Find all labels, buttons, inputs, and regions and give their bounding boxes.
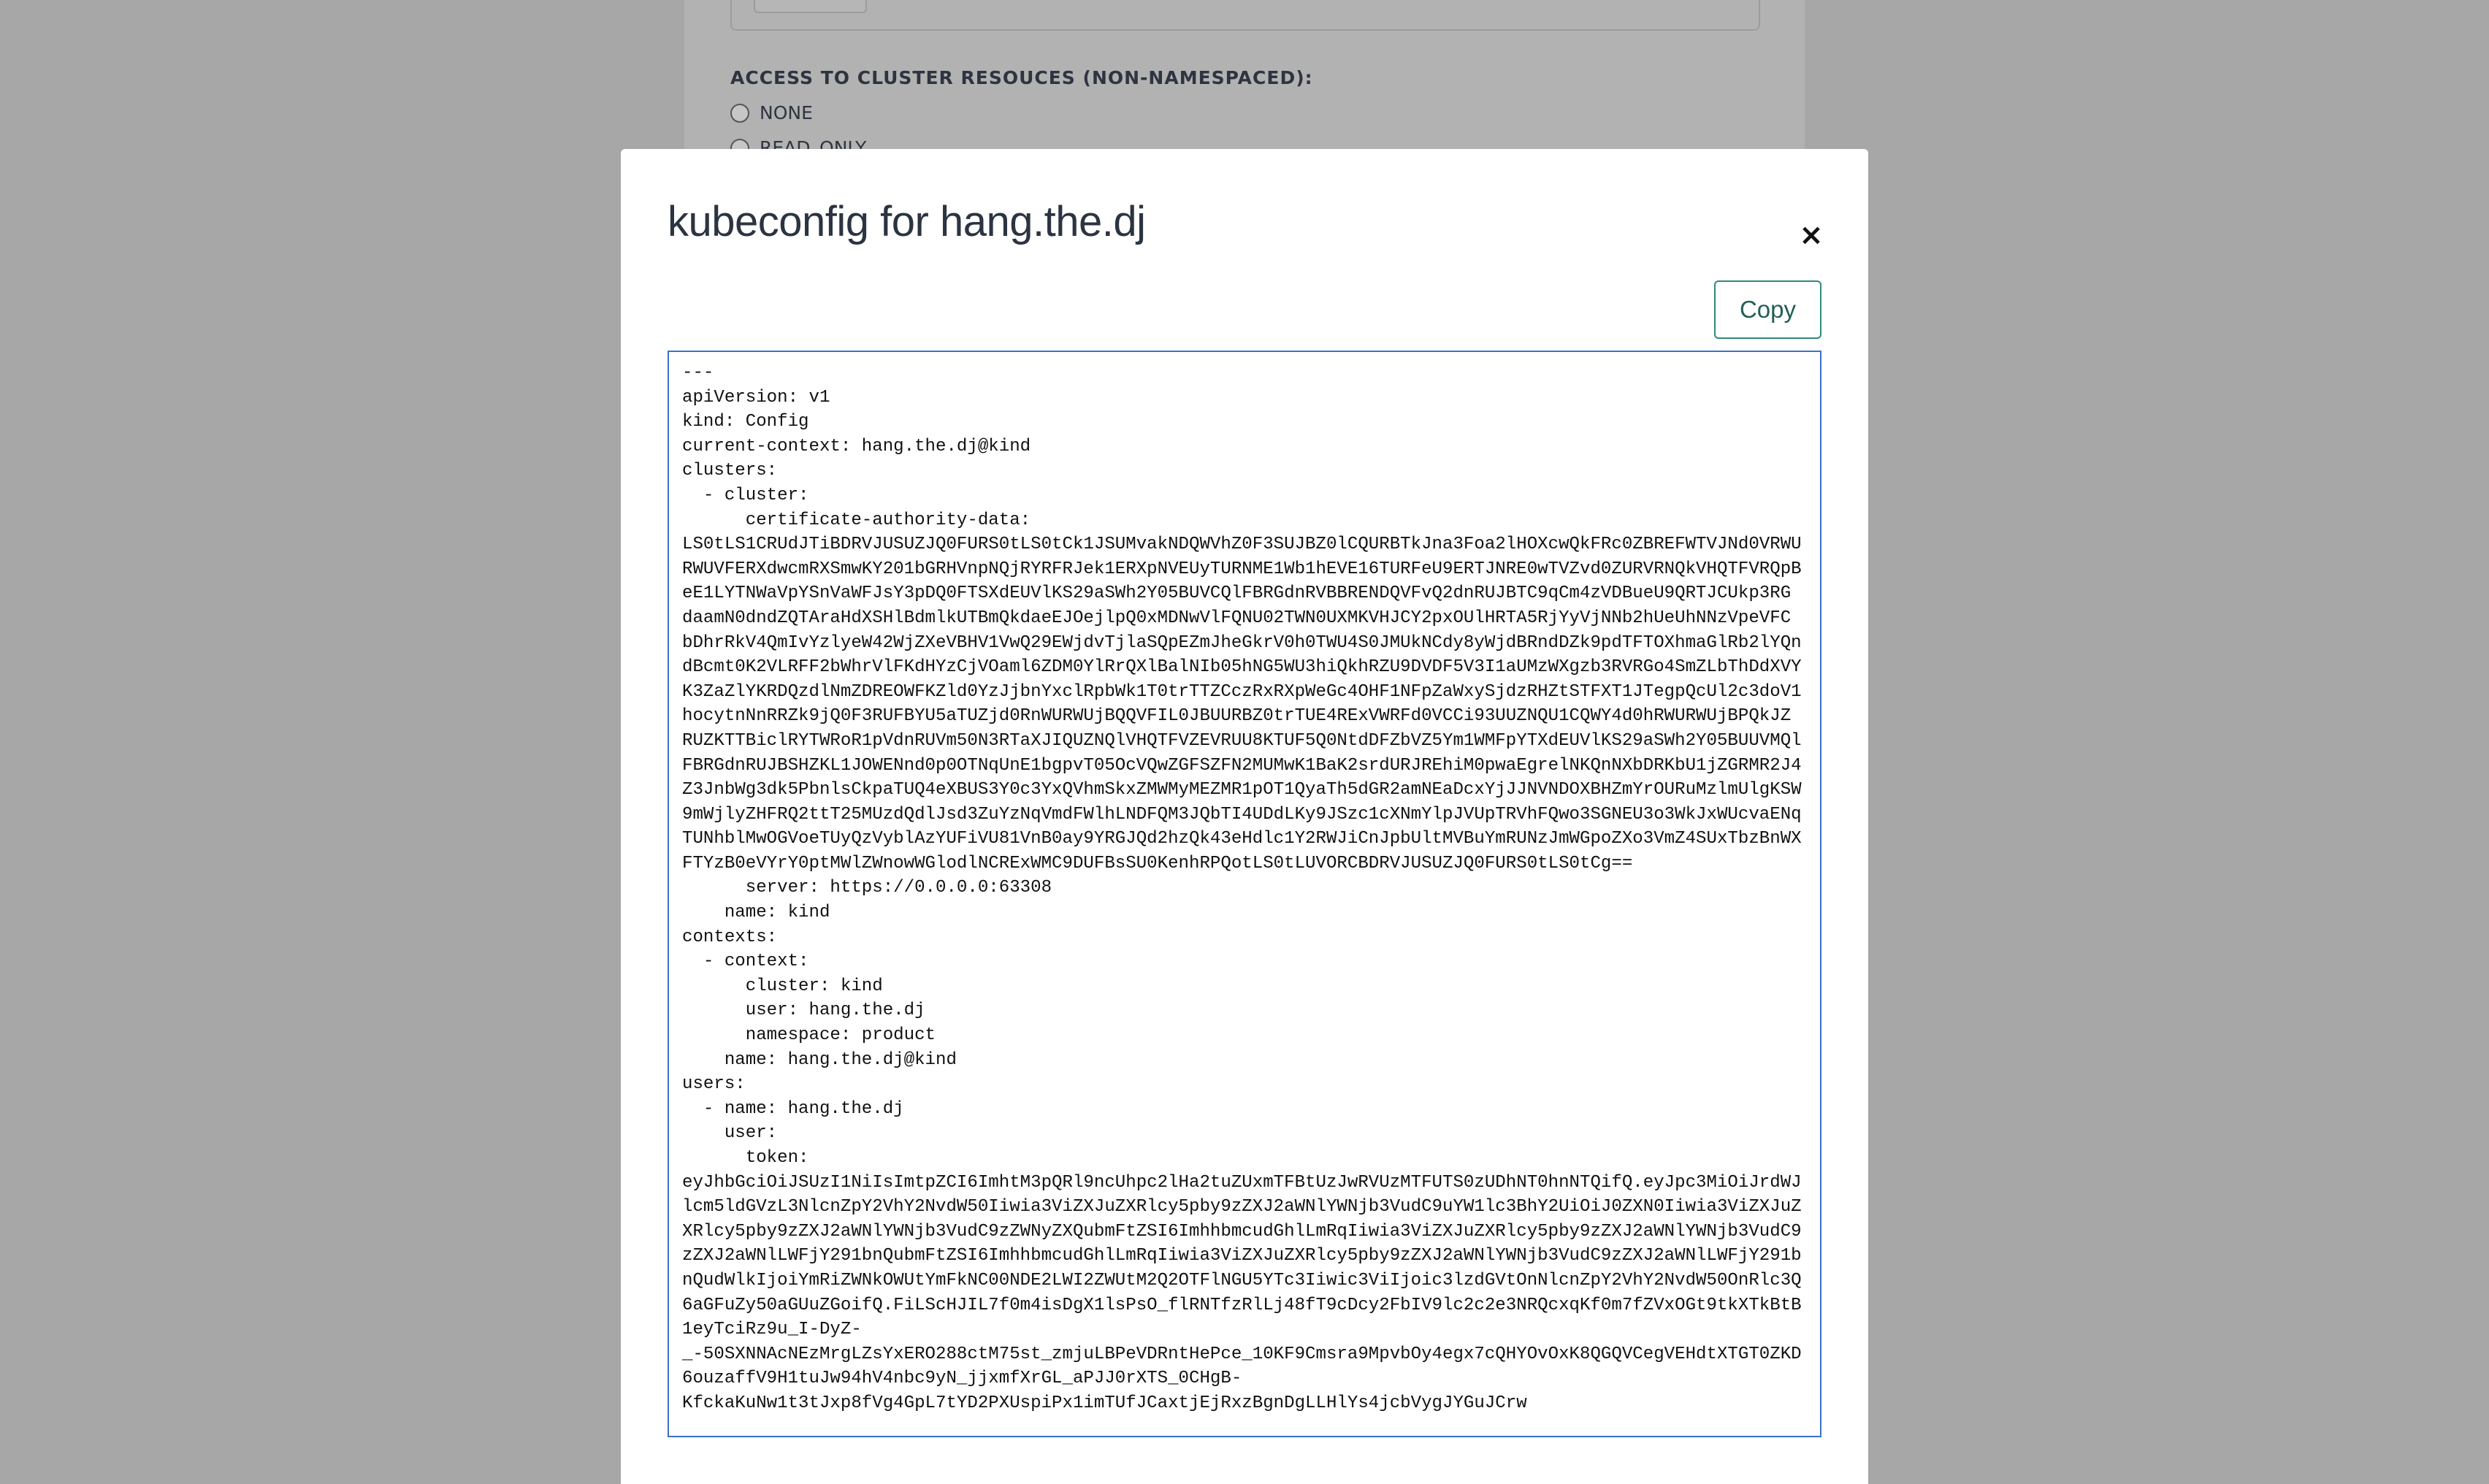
kubeconfig-line: XRlcy5pby9zZXJ2aWNlYWNjb3VudC9zZWNyZXQub… [682, 1221, 1802, 1242]
kubeconfig-line: _-50SXNNAcNEzMrgLZsYxERO288ctM75st_zmjuL… [682, 1344, 1802, 1364]
radio-label-none: NONE [760, 102, 813, 123]
kubeconfig-line: namespace: product [682, 1025, 936, 1046]
copy-button[interactable]: Copy [1714, 280, 1821, 339]
kubeconfig-line: - context: [682, 952, 809, 972]
kubeconfig-modal: kubeconfig for hang.the.dj × Copy --- api… [621, 149, 1868, 1484]
kubeconfig-line: 6aGFuZy50aGUuZGoifQ.FiLScHJIL7f0m4isDgX1… [682, 1295, 1802, 1315]
modal-title: kubeconfig for hang.the.dj [668, 198, 1146, 245]
kubeconfig-line: 6ouzaffV9H1tuJw94hV4nbc9yN_jjxmfXrGL_aPJ… [682, 1369, 1242, 1389]
background-button [754, 0, 867, 13]
kubeconfig-line: apiVersion: v1 [682, 387, 830, 408]
kubeconfig-line: RUZKTTBiclRYTWRoR1pVdnRUVm50N3RTaXJIQUZN… [682, 730, 1802, 751]
kubeconfig-line: kind: Config [682, 412, 809, 432]
kubeconfig-line: - name: hang.the.dj [682, 1098, 904, 1119]
kubeconfig-line: contexts: [682, 927, 778, 947]
kubeconfig-line: TUNhblMwOGVoeTUyQzVyblAzYUFiVU81VnB0ay9Y… [682, 829, 1802, 849]
kubeconfig-text: --- apiVersion: v1 kind: Config current-con… [682, 361, 1807, 1416]
kubeconfig-line: eyJhbGciOiJSUzI1NiIsImtpZCI6ImhtM3pQRl9n… [682, 1172, 1802, 1193]
background-input-box [730, 0, 1760, 31]
kubeconfig-line: - cluster: [682, 485, 809, 505]
close-icon[interactable]: × [1797, 221, 1826, 250]
kubeconfig-line: 1eyTciRz9u_I-DyZ- [682, 1320, 862, 1340]
kubeconfig-line: certificate-authority-data: [682, 510, 1031, 530]
kubeconfig-line: token: [682, 1148, 809, 1168]
kubeconfig-line: nQudWlkIjoiYmRiZWNkOWUtYmFkNC00NDE2LWI2Z… [682, 1270, 1802, 1290]
kubeconfig-line: server: https://0.0.0.0:63308 [682, 878, 1052, 898]
kubeconfig-line: FBRGdnRUJBSHZKL1JOWENnd0p0OTNqUnE1bgpvT0… [682, 755, 1802, 776]
kubeconfig-line: bDhrRkV4QmIvYzlyeW42WjZXeVBHV1VwQ29EWjdv… [682, 632, 1802, 653]
kubeconfig-line: lcm5ldGVzL3NlcnZpY2VhY2NvdW50Iiwia3ViZXJ… [682, 1197, 1802, 1217]
kubeconfig-line: current-context: hang.the.dj@kind [682, 436, 1031, 456]
kubeconfig-line: user: hang.the.dj [682, 1001, 925, 1021]
kubeconfig-line: eE1LYTNWaVpYSnVaWFJsY3pDQ0FTSXdEUVlKS29a… [682, 584, 1792, 604]
kubeconfig-line: name: hang.the.dj@kind [682, 1049, 957, 1070]
kubeconfig-line: --- [682, 363, 714, 383]
kubeconfig-line: zZXJ2aWNlLWFjY291bnQubmFtZSI6ImhhbmcudGh… [682, 1246, 1802, 1266]
radio-circle-none [730, 103, 749, 123]
kubeconfig-line: daamN0dndZQTAraHdXSHlBdmlkUTBmQkdaeEJOej… [682, 608, 1792, 628]
kubeconfig-line: FTYzB0eVYrY0ptMWlZWnowWGlodlNCRExWMC9DUF… [682, 853, 1633, 873]
cluster-access-heading: ACCESS TO CLUSTER RESOUCES (NON-NAMESPAC… [730, 67, 1313, 88]
kubeconfig-line: dBcmt0K2VLRFF2bWhrVlFKdHYzCjVOaml6ZDM0Yl… [682, 657, 1802, 678]
kubeconfig-line: clusters: [682, 461, 778, 481]
kubeconfig-textarea[interactable]: --- apiVersion: v1 kind: Config current-con… [668, 351, 1821, 1437]
kubeconfig-line: Z3JnbWg3dk5PbnlsCkpaTUQ4eXBUS3Y0c3YxQVhm… [682, 780, 1802, 800]
kubeconfig-line: LS0tLS1CRUdJTiBDRVJUSUZJQ0FURS0tLS0tCk1J… [682, 535, 1802, 555]
radio-option-none: NONE [730, 102, 813, 123]
kubeconfig-line: 9mWjlyZHFRQ2ttT25MUzdQdlJsd3ZuYzNqVmdFWl… [682, 804, 1802, 825]
kubeconfig-line: RWUVFERXdwcmRXSmwKY201bGRHVnpNQjRYRFRJek… [682, 559, 1802, 579]
kubeconfig-line: hocytnNnRRZk9jQ0F3RUFBYU5aTUZjd0RnWURWUj… [682, 706, 1792, 727]
kubeconfig-line: cluster: kind [682, 976, 883, 996]
kubeconfig-line: user: [682, 1123, 778, 1144]
kubeconfig-line: users: [682, 1074, 746, 1095]
kubeconfig-line: KfckaKuNw1t3tJxp8fVg4GpL7tYD2PXUspiPx1im… [682, 1393, 1527, 1413]
kubeconfig-line: name: kind [682, 903, 830, 923]
kubeconfig-line: K3ZaZlYKRDQzdlNmZDREOWFKZld0YzJjbnYxclRp… [682, 681, 1802, 702]
